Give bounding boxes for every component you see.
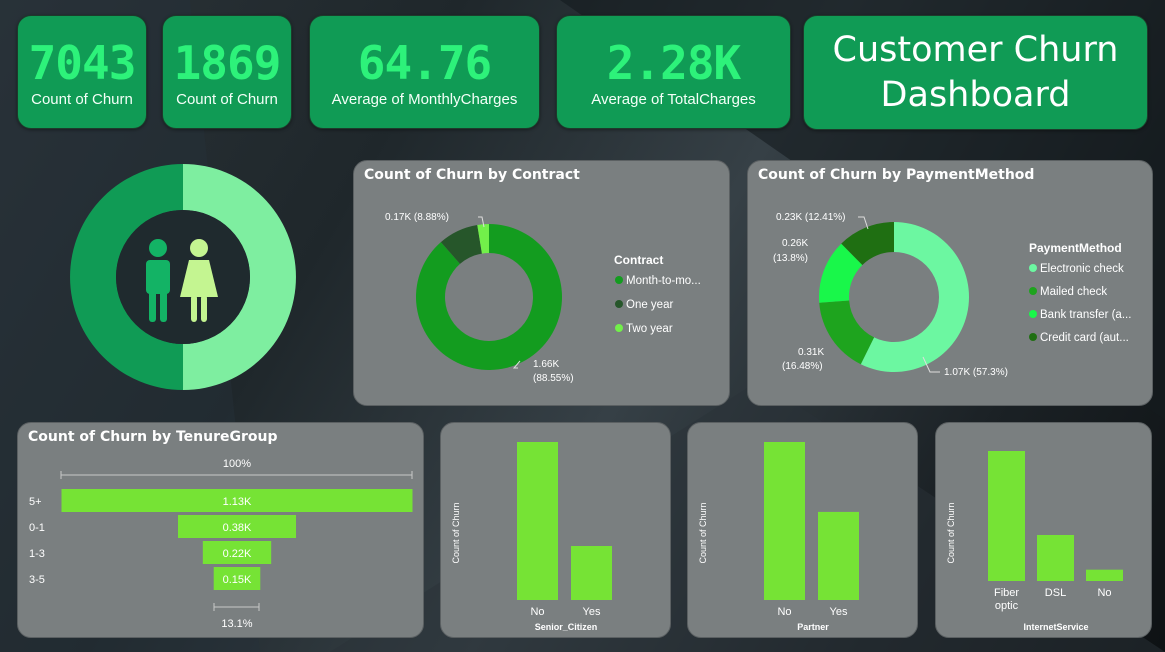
payment-legend-item[interactable]: Credit card (aut...: [1040, 332, 1129, 344]
kpi-card-count-churn-yes: 1869 Count of Churn: [162, 15, 292, 129]
kpi-label: Average of MonthlyCharges: [331, 90, 518, 108]
partner-chart-panel: Count of Churn No Yes Partner: [687, 422, 918, 638]
contract-label-main-pct: (88.55%): [533, 373, 574, 384]
payment-legend-item[interactable]: Electronic check: [1040, 263, 1124, 275]
partner-x-axis-label: Partner: [797, 622, 829, 632]
kpi-value: 7043: [28, 35, 137, 90]
kpi-card-avg-monthly-charges: 64.76 Average of MonthlyCharges: [309, 15, 540, 129]
funnel-category-label: 1-3: [29, 548, 45, 560]
payment-label-mailed-value: 0.31K: [798, 347, 824, 358]
funnel-bottom-label: 13.1%: [221, 618, 252, 630]
internet-service-chart-panel: Count of Churn Fiber optic DSL No InternetS…: [935, 422, 1152, 638]
gender-donut-chart[interactable]: [68, 162, 298, 392]
contract-donut-chart[interactable]: Contract Month-to-mo...One yearTwo year …: [354, 161, 731, 407]
dashboard-title-card: Customer Churn Dashboard: [803, 15, 1148, 130]
contract-legend-item[interactable]: Two year: [626, 323, 673, 335]
funnel-category-label: 0-1: [29, 522, 45, 534]
donut-hole: [116, 210, 250, 344]
payment-legend-item[interactable]: Mailed check: [1040, 286, 1107, 298]
x-tick-label: No: [1097, 587, 1111, 599]
x-tick-label: No: [777, 606, 791, 618]
x-tick-label: Fiber: [994, 587, 1019, 599]
kpi-card-count-churn-total: 7043 Count of Churn: [17, 15, 147, 129]
dashboard-title-line-2: Dashboard: [880, 74, 1071, 115]
funnel-category-label: 3-5: [29, 574, 45, 586]
partner-bar-chart[interactable]: Count of Churn No Yes Partner: [688, 423, 919, 639]
contract-slice-0[interactable]: [416, 224, 562, 370]
funnel-bar-value: 0.15K: [223, 574, 252, 586]
tenure-funnel-panel: Count of Churn by TenureGroup 100% 1.13K…: [17, 422, 424, 638]
payment-legend-marker: [1029, 333, 1037, 341]
bar[interactable]: [1037, 534, 1074, 581]
kpi-value: 1869: [173, 35, 282, 90]
kpi-card-avg-total-charges: 2.28K Average of TotalCharges: [556, 15, 791, 129]
x-tick-label: Yes: [583, 606, 601, 618]
kpi-label: Count of Churn: [31, 90, 133, 108]
funnel-category-label: 5+: [29, 496, 42, 508]
x-tick-label: No: [530, 606, 544, 618]
internet-y-axis-label: Count of Churn: [946, 502, 956, 563]
payment-legend-marker: [1029, 310, 1037, 318]
senior-x-axis-label: Senior_Citizen: [535, 622, 598, 632]
kpi-label: Count of Churn: [176, 90, 278, 108]
contract-label-two: 0.17K (8.88%): [385, 212, 449, 223]
funnel-bar-value: 1.13K: [223, 496, 252, 508]
leader-line: [858, 216, 869, 230]
senior-citizen-chart-panel: Count of Churn No Yes Senior_Citizen: [440, 422, 671, 638]
bar[interactable]: [571, 546, 612, 600]
contract-label-main-value: 1.66K: [533, 359, 559, 370]
contract-legend-title: Contract: [614, 253, 663, 267]
x-tick-label: Yes: [830, 606, 848, 618]
contract-legend-marker: [615, 300, 623, 308]
kpi-value: 64.76: [357, 35, 492, 90]
x-tick-label: DSL: [1045, 587, 1066, 599]
funnel-top-label: 100%: [223, 458, 251, 470]
payment-method-chart-panel: Count of Churn by PaymentMethod PaymentM…: [747, 160, 1153, 406]
payment-label-electronic: 1.07K (57.3%): [944, 367, 1008, 378]
bar[interactable]: [1086, 569, 1123, 581]
payment-label-bank-value: 0.26K: [782, 238, 808, 249]
funnel-bar-value: 0.38K: [223, 522, 252, 534]
senior-citizen-bar-chart[interactable]: Count of Churn No Yes Senior_Citizen: [441, 423, 672, 639]
payment-label-credit: 0.23K (12.41%): [776, 212, 846, 223]
internet-service-bar-chart[interactable]: Count of Churn Fiberoptic DSL No InternetS…: [936, 423, 1153, 639]
tenure-funnel-chart[interactable]: 100% 1.13K 5+ 0.38K 0-1 0.22K 1-3 0.15K 3-5 13.…: [18, 423, 425, 639]
senior-y-axis-label: Count of Churn: [451, 502, 461, 563]
bar[interactable]: [988, 451, 1025, 581]
bar[interactable]: [818, 511, 859, 600]
kpi-value: 2.28K: [606, 35, 741, 90]
contract-legend-marker: [615, 324, 623, 332]
contract-legend-item[interactable]: Month-to-mo...: [626, 275, 701, 287]
contract-chart-panel: Count of Churn by Contract Contract Mont…: [353, 160, 730, 406]
payment-legend-title: PaymentMethod: [1029, 241, 1122, 255]
partner-y-axis-label: Count of Churn: [698, 502, 708, 563]
bar[interactable]: [517, 442, 558, 600]
kpi-label: Average of TotalCharges: [591, 90, 756, 108]
funnel-bar-value: 0.22K: [223, 548, 252, 560]
payment-legend-marker: [1029, 287, 1037, 295]
x-tick-label: optic: [995, 600, 1019, 612]
contract-legend-marker: [615, 276, 623, 284]
payment-label-mailed-pct: (16.48%): [782, 361, 823, 372]
bar[interactable]: [764, 442, 805, 600]
contract-legend-item[interactable]: One year: [626, 299, 673, 311]
payment-donut-chart[interactable]: PaymentMethod Electronic check Mailed che…: [748, 161, 1154, 407]
internet-x-axis-label: InternetService: [1023, 622, 1088, 632]
payment-label-bank-pct: (13.8%): [773, 253, 808, 264]
dashboard-title-line-1: Customer Churn: [832, 29, 1119, 70]
payment-legend-item[interactable]: Bank transfer (a...: [1040, 309, 1131, 321]
payment-legend-marker: [1029, 264, 1037, 272]
